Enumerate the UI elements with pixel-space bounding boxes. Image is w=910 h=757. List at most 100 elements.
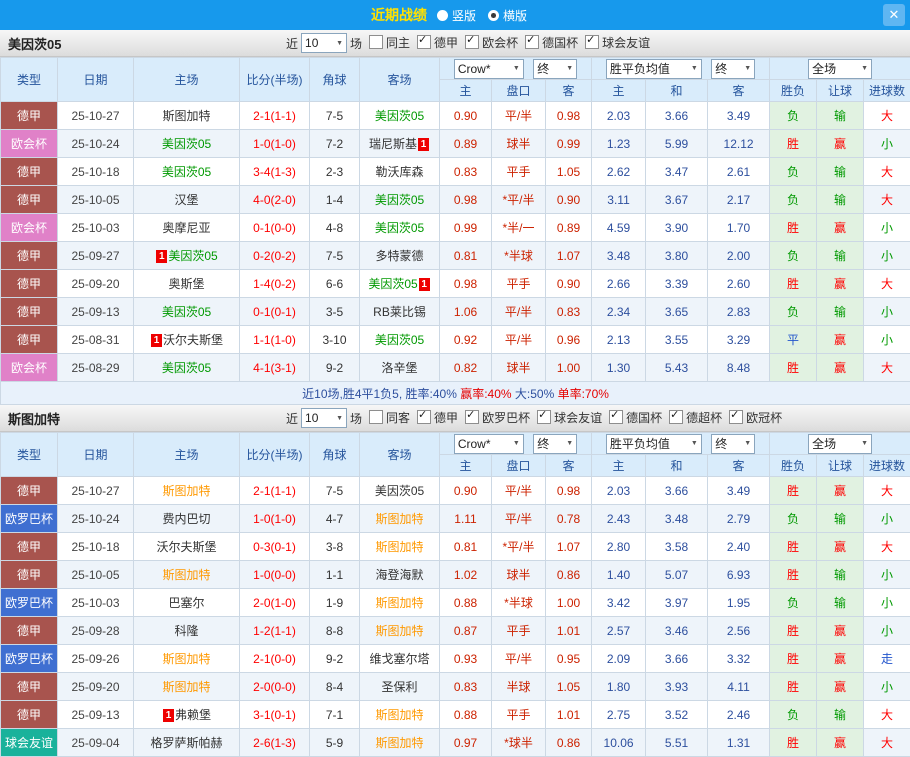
asian-away-odds: 0.90	[546, 270, 592, 298]
team-name[interactable]: 汉堡	[174, 193, 198, 207]
euro-home-odds: 3.42	[592, 589, 646, 617]
team-name[interactable]: 美因茨05	[168, 249, 217, 263]
match-count-select[interactable]: 10▼	[301, 33, 347, 53]
euro-home-odds: 3.11	[592, 186, 646, 214]
wdl-average-select[interactable]: 胜平负均值▼	[606, 434, 702, 454]
team-name[interactable]: 洛辛堡	[381, 361, 417, 375]
wdl-average-select[interactable]: 胜平负均值▼	[606, 59, 702, 79]
match-row: 德甲25-10-18沃尔夫斯堡0-3(0-1)3-8斯图加特0.81*平/半1.…	[1, 533, 910, 561]
team-name[interactable]: 勒沃库森	[375, 165, 423, 179]
team-name[interactable]: 维戈塞尔塔	[369, 652, 429, 666]
result-handicap: 赢	[817, 214, 864, 242]
asian-away-odds: 0.89	[546, 214, 592, 242]
team-name[interactable]: 斯图加特	[375, 596, 423, 610]
team-name[interactable]: 美因茨05	[375, 333, 424, 347]
layout-option-vertical[interactable]: 竖版	[437, 7, 476, 24]
euro-home-odds: 2.03	[592, 477, 646, 505]
team-name[interactable]: 斯图加特	[162, 484, 210, 498]
filter-checkbox[interactable]: 德超杯	[669, 409, 722, 426]
team-name[interactable]: 格罗萨斯帕赫	[150, 736, 222, 750]
filter-checkbox[interactable]: 球会友谊	[537, 409, 602, 426]
team-name[interactable]: 美因茨05	[368, 277, 417, 291]
filter-checkbox[interactable]: 欧罗巴杯	[465, 409, 530, 426]
team-name[interactable]: 斯图加特	[162, 652, 210, 666]
filter-checkbox[interactable]: 同主	[369, 34, 410, 51]
odds-final-select[interactable]: 终▼	[533, 434, 577, 454]
euro-final-select[interactable]: 终▼	[711, 59, 755, 79]
away-team-cell: 圣保利	[360, 673, 440, 701]
team-name[interactable]: 美因茨05	[162, 305, 211, 319]
team-name[interactable]: 斯图加特	[375, 736, 423, 750]
league-type-badge: 德甲	[1, 701, 58, 729]
filter-checkbox[interactable]: 欧冠杯	[729, 409, 782, 426]
team-name[interactable]: 多特蒙德	[375, 249, 423, 263]
team-name[interactable]: 美因茨05	[375, 193, 424, 207]
euro-draw-odds: 3.97	[646, 589, 708, 617]
filter-checkbox[interactable]: 球会友谊	[585, 34, 650, 51]
filter-checkbox[interactable]: 德甲	[417, 34, 458, 51]
match-date: 25-09-28	[58, 617, 134, 645]
col-score: 比分(半场)	[240, 58, 310, 102]
team-name[interactable]: 沃尔夫斯堡	[163, 333, 223, 347]
filter-checkbox[interactable]: 同客	[369, 409, 410, 426]
asian-away-odds: 0.83	[546, 298, 592, 326]
team-name[interactable]: 瑞尼斯基	[369, 137, 417, 151]
team-name[interactable]: 美因茨05	[375, 221, 424, 235]
matches-table-1: 类型 日期 主场 比分(半场) 角球 客场 Crow*▼ 终▼ 胜平负均值▼ 终…	[0, 57, 910, 405]
team-name[interactable]: 美因茨05	[162, 165, 211, 179]
result-handicap: 输	[817, 589, 864, 617]
filter-checkbox[interactable]: 德国杯	[609, 409, 662, 426]
match-score: 3-1(0-1)	[240, 701, 310, 729]
team-name[interactable]: 科隆	[174, 624, 198, 638]
team-name[interactable]: 斯图加特	[375, 512, 423, 526]
team-name[interactable]: 奥摩尼亚	[162, 221, 210, 235]
result-wdl: 胜	[770, 645, 817, 673]
team-name[interactable]: 奥斯堡	[168, 277, 204, 291]
team-name[interactable]: 海登海默	[375, 568, 423, 582]
result-header: 全场▼	[770, 433, 910, 455]
team-name[interactable]: 斯图加特	[375, 540, 423, 554]
filter-label: 欧罗巴杯	[482, 409, 530, 426]
match-date: 25-09-13	[58, 701, 134, 729]
team-name[interactable]: 费内巴切	[162, 512, 210, 526]
filter-checkbox[interactable]: 德甲	[417, 409, 458, 426]
result-wdl: 负	[770, 298, 817, 326]
close-button[interactable]: ✕	[883, 4, 905, 26]
odds-source-select[interactable]: Crow*▼	[454, 59, 524, 79]
asian-handicap: 半球	[492, 673, 546, 701]
result-wdl: 负	[770, 186, 817, 214]
full-match-select[interactable]: 全场▼	[808, 59, 872, 79]
result-goals: 小	[864, 298, 910, 326]
match-date: 25-09-26	[58, 645, 134, 673]
full-match-select[interactable]: 全场▼	[808, 434, 872, 454]
league-type-badge: 德甲	[1, 270, 58, 298]
odds-source-select[interactable]: Crow*▼	[454, 434, 524, 454]
checkbox-icon	[609, 410, 623, 424]
away-team-cell: 美因茨05	[360, 186, 440, 214]
team-name[interactable]: 斯图加特	[162, 568, 210, 582]
match-score: 1-4(0-2)	[240, 270, 310, 298]
team-name[interactable]: 美因茨05	[375, 109, 424, 123]
euro-final-select[interactable]: 终▼	[711, 434, 755, 454]
team-name[interactable]: 沃尔夫斯堡	[156, 540, 216, 554]
team-name[interactable]: 美因茨05	[162, 361, 211, 375]
euro-home-odds: 1.23	[592, 130, 646, 158]
team-name[interactable]: 弗赖堡	[175, 708, 211, 722]
layout-option-horizontal[interactable]: 横版	[488, 7, 527, 24]
filter-checkbox[interactable]: 德国杯	[525, 34, 578, 51]
result-handicap: 赢	[817, 130, 864, 158]
team-name[interactable]: 圣保利	[381, 680, 417, 694]
team-name[interactable]: 美因茨05	[375, 484, 424, 498]
team-name[interactable]: 斯图加特	[162, 109, 210, 123]
team-name[interactable]: 斯图加特	[162, 680, 210, 694]
odds-final-select[interactable]: 终▼	[533, 59, 577, 79]
col-eu-away: 客	[708, 455, 770, 477]
team-name[interactable]: 巴塞尔	[168, 596, 204, 610]
match-count-select[interactable]: 10▼	[301, 408, 347, 428]
team-name[interactable]: 美因茨05	[162, 137, 211, 151]
team-name[interactable]: RB莱比锡	[373, 305, 426, 319]
team-name[interactable]: 斯图加特	[375, 624, 423, 638]
result-wdl: 负	[770, 158, 817, 186]
filter-checkbox[interactable]: 欧会杯	[465, 34, 518, 51]
team-name[interactable]: 斯图加特	[375, 708, 423, 722]
